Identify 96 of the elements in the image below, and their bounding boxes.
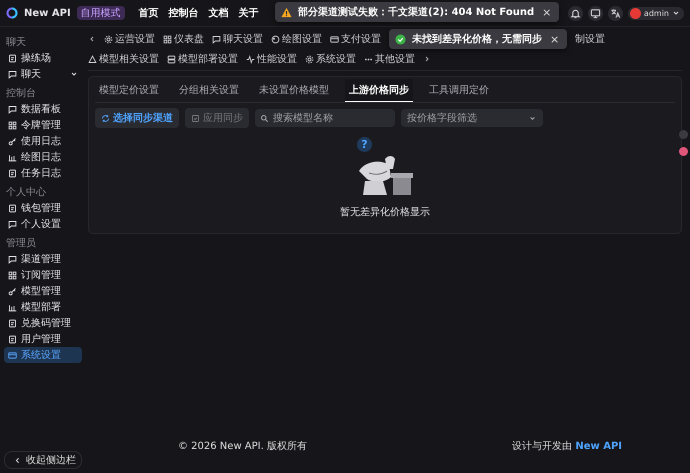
tab-icon [167, 54, 176, 64]
settings-tab[interactable]: 模型相关设置 [88, 51, 159, 67]
menu-icon [8, 350, 17, 360]
menu-icon [8, 318, 17, 328]
close-button[interactable]: × [540, 6, 554, 18]
checkbox-icon [191, 114, 200, 122]
sub-tab[interactable]: 模型定价设置 [95, 79, 163, 102]
sub-tab[interactable]: 未设置价格模型 [255, 79, 333, 102]
tab-icon [212, 34, 221, 44]
sidebar-item[interactable]: 系统设置 [4, 347, 82, 363]
menu-icon [8, 168, 17, 178]
caret-icon [672, 9, 680, 17]
mode-badge: 自用模式 [76, 6, 125, 20]
app-name: New API [24, 8, 71, 18]
toast-message: 部分渠道测试失败：千文渠道(2): 404 Not Found [298, 6, 534, 19]
settings-tab[interactable]: 其他设置 [364, 51, 415, 67]
menu-icon [8, 286, 17, 296]
nav-link[interactable]: 控制台 [168, 6, 199, 20]
toast-message: 未找到差异化价格，无需同步 [412, 32, 542, 46]
settings-tab[interactable]: 性能设置 [246, 51, 297, 67]
menu-icon [8, 104, 17, 114]
sidebar-item[interactable]: 聊天 [4, 66, 82, 82]
chevron-left-icon [13, 456, 22, 464]
menu-icon [8, 120, 17, 130]
credit-link[interactable]: New API [575, 441, 622, 452]
settings-tab[interactable]: 模型部署设置 [167, 51, 238, 67]
sidebar-item[interactable]: 模型部署 [4, 299, 82, 315]
sidebar-item[interactable]: 订阅管理 [4, 267, 82, 283]
copyright-text: © 2026 New API. 版权所有 [178, 440, 307, 453]
tab-icon [104, 34, 113, 44]
tab-icon [330, 34, 339, 44]
menu-icon [8, 334, 17, 344]
question-badge: ? [357, 137, 372, 152]
sync-channel-button[interactable]: 选择同步渠道 [95, 108, 179, 128]
section-heading: 个人中心 [6, 186, 47, 199]
settings-tab[interactable]: 系统设置 [305, 51, 356, 67]
sidebar-item[interactable]: 令牌管理 [4, 117, 82, 133]
settings-tab[interactable]: 绘图设置 [271, 31, 322, 47]
nav-link[interactable]: 关于 [238, 6, 259, 20]
settings-tab[interactable]: 制设置 [575, 31, 606, 47]
settings-tab[interactable]: 仪表盘 [163, 31, 204, 47]
nav-link[interactable]: 文档 [208, 6, 229, 20]
menu-icon [8, 70, 17, 78]
chevron-down-icon [70, 70, 78, 78]
bell-icon[interactable] [568, 6, 583, 20]
section-heading: 聊天 [6, 36, 27, 49]
menu-icon [8, 204, 17, 212]
empty-message: 暂无差异化价格显示 [340, 206, 430, 219]
credit-text: 设计与开发由 New API [512, 440, 622, 453]
sidebar-item[interactable]: 兑换码管理 [4, 315, 82, 331]
menu-icon [8, 302, 17, 312]
settings-tab[interactable]: 运营设置 [104, 31, 155, 47]
sidebar-item[interactable]: 个人设置 [4, 216, 82, 232]
translate-icon[interactable] [608, 6, 623, 20]
tab-icon [271, 34, 280, 44]
collapse-sidebar-button[interactable]: 收起侧边栏 [4, 451, 82, 469]
close-button[interactable]: × [548, 32, 562, 46]
tab-icon [88, 54, 97, 64]
filter-select[interactable]: 按价格字段筛选 [401, 109, 543, 127]
check-icon [395, 34, 406, 44]
user-menu[interactable]: admin [628, 6, 684, 20]
avatar-icon [630, 8, 641, 18]
sidebar-item[interactable]: 操练场 [4, 50, 82, 66]
tab-icon [305, 54, 314, 64]
refresh-icon [101, 114, 110, 122]
warning-icon [281, 6, 292, 18]
sidebar-item[interactable]: 使用日志 [4, 133, 82, 149]
sidebar-item[interactable]: 绘图日志 [4, 149, 82, 165]
menu-icon [8, 54, 17, 62]
sidebar-item[interactable]: 渠道管理 [4, 251, 82, 267]
nav-link[interactable]: 首页 [138, 6, 159, 20]
tab-icon [163, 34, 172, 44]
menu-icon [8, 136, 17, 146]
sidebar-item[interactable]: 钱包管理 [4, 200, 82, 216]
sidebar-item[interactable]: 模型管理 [4, 283, 82, 299]
scroll-right-icon[interactable] [423, 55, 431, 63]
settings-tab[interactable]: 支付设置 [330, 31, 381, 47]
search-field[interactable]: 搜索模型名称 [255, 109, 395, 127]
monitor-icon[interactable] [588, 6, 603, 20]
logo-icon [6, 7, 18, 19]
sidebar-item[interactable]: 数据看板 [4, 101, 82, 117]
sub-tab[interactable]: 分组相关设置 [175, 79, 243, 102]
menu-icon [8, 254, 17, 264]
scroll-left-icon[interactable] [88, 35, 96, 43]
menu-icon [8, 270, 17, 280]
settings-tab[interactable]: 聊天设置 [212, 31, 263, 47]
sidebar-item[interactable]: 用户管理 [4, 331, 82, 347]
section-heading: 管理员 [6, 237, 37, 250]
sidebar-item[interactable]: 任务日志 [4, 165, 82, 181]
menu-icon [8, 152, 17, 162]
sub-tab[interactable]: 工具调用定价 [425, 79, 493, 102]
menu-icon [8, 220, 17, 228]
search-icon [260, 114, 269, 122]
sub-tab[interactable]: 上游价格同步 [345, 79, 413, 102]
tab-icon [246, 54, 255, 64]
section-heading: 控制台 [6, 86, 37, 100]
